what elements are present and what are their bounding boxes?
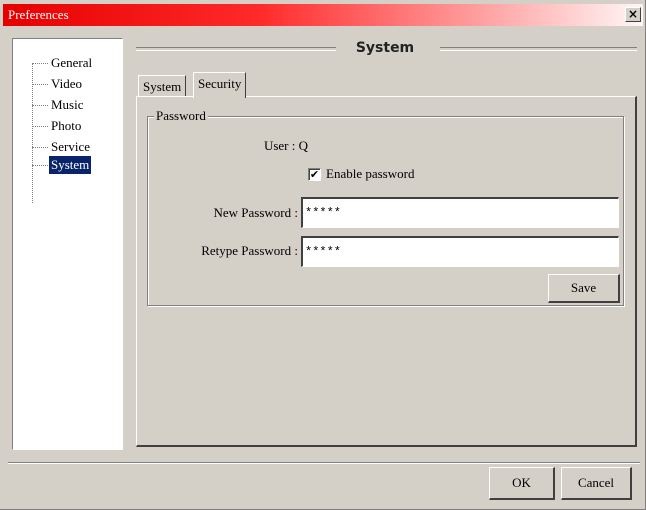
tree-item-service[interactable]: Service (32, 138, 122, 156)
tree-item-music[interactable]: Music (32, 96, 122, 114)
cancel-button-label: Cancel (577, 475, 615, 490)
save-button-label: Save (570, 280, 597, 295)
ok-button[interactable]: OK (489, 467, 555, 500)
enable-password-checkbox[interactable]: ✔ (308, 168, 321, 181)
page-title: System (355, 40, 415, 56)
tab-label: Security (198, 76, 242, 91)
tree-item-system[interactable]: System (32, 156, 122, 174)
security-tab-panel: Password User : Q ✔ Enable password New … (136, 96, 637, 447)
tree-item-label: System (49, 156, 92, 174)
header-rule-right (440, 47, 637, 51)
tree-item-general[interactable]: General (32, 54, 122, 72)
tree-item-label: Video (51, 76, 82, 91)
category-tree[interactable]: General Video Music Photo Service System (12, 38, 123, 450)
preferences-window: Preferences × General Video Music Photo … (0, 0, 646, 510)
close-button[interactable]: × (625, 7, 641, 22)
tree-item-label: Photo (51, 118, 82, 133)
tab-system[interactable]: System (138, 75, 187, 97)
tree-item-label: Music (51, 97, 84, 112)
window-title: Preferences (8, 7, 69, 22)
enable-password-label: Enable password (326, 166, 415, 181)
tree-item-video[interactable]: Video (32, 75, 122, 93)
user-label: User : Q (263, 138, 308, 153)
tab-security[interactable]: Security (193, 72, 247, 98)
save-button[interactable]: Save (548, 274, 620, 303)
new-password-field[interactable] (301, 197, 619, 228)
tree-item-photo[interactable]: Photo (32, 117, 122, 135)
check-icon: ✔ (309, 168, 320, 181)
cancel-button[interactable]: Cancel (561, 467, 632, 500)
tab-label: System (143, 79, 182, 94)
groupbox-legend: Password (154, 108, 208, 124)
ok-button-label: OK (512, 475, 531, 490)
retype-password-field[interactable] (301, 236, 619, 267)
title-bar[interactable]: Preferences × (3, 4, 643, 26)
close-icon: × (627, 7, 639, 21)
tree-item-label: General (51, 55, 93, 70)
new-password-label: New Password : (213, 205, 299, 220)
footer-divider (8, 462, 640, 464)
header-rule-left (136, 47, 336, 51)
retype-password-label: Retype Password : (201, 243, 298, 258)
password-groupbox: Password User : Q ✔ Enable password New … (147, 108, 624, 306)
tree-item-label: Service (51, 139, 90, 154)
